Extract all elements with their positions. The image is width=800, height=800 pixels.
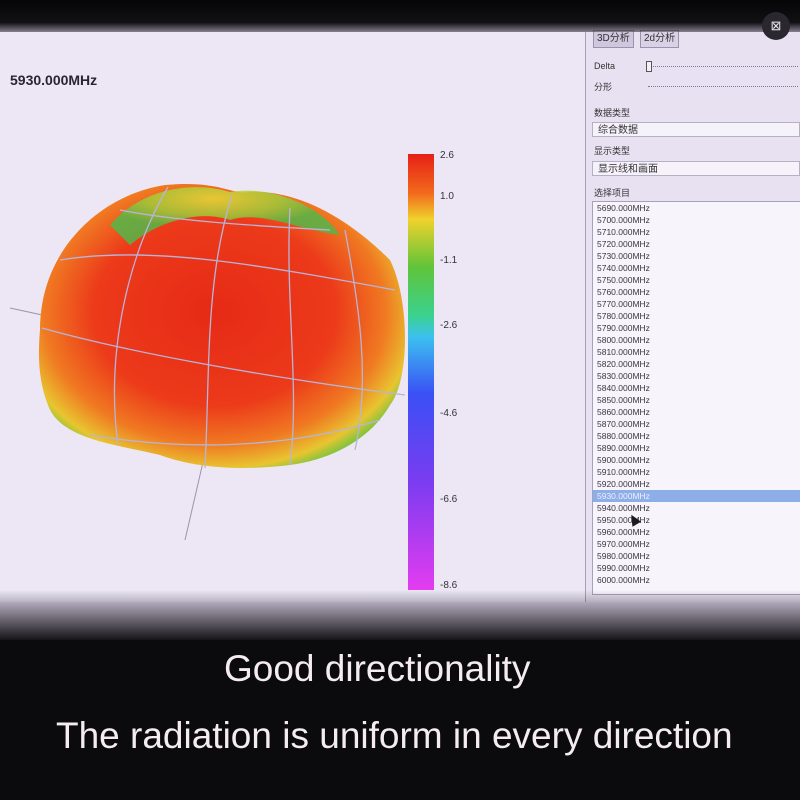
list-item[interactable]: 5850.000MHz [593,394,800,406]
list-item[interactable]: 5980.000MHz [593,550,800,562]
data-type-label: 数据类型 [594,108,631,118]
list-item[interactable]: 5820.000MHz [593,358,800,370]
colorbar-label: -6.6 [440,494,458,505]
colorbar-label: -4.6 [440,408,458,419]
list-item[interactable]: 5830.000MHz [593,370,800,382]
list-item[interactable]: 5760.000MHz [593,286,800,298]
colorbar-label: -2.6 [440,320,458,331]
list-item[interactable]: 5950.000MHz [593,514,800,526]
list-item[interactable]: 5970.000MHz [593,538,800,550]
list-item[interactable]: 5700.000MHz [593,214,800,226]
display-type-select[interactable]: 显示线和画面 [592,161,800,176]
list-item[interactable]: 5770.000MHz [593,298,800,310]
list-item[interactable]: 5910.000MHz [593,466,800,478]
fractal-slider[interactable] [648,86,798,88]
delta-slider-thumb[interactable] [646,61,652,72]
monitor-screen: 5930.000MHz 2.6 1.0 -1.1 -2.6 -4.6 -6.6 … [0,0,800,640]
list-item[interactable]: 5860.000MHz [593,406,800,418]
list-item[interactable]: 5880.000MHz [593,430,800,442]
tab-2d-analysis[interactable]: 2d分析 [640,30,680,48]
list-item[interactable]: 5890.000MHz [593,442,800,454]
list-item[interactable]: 5800.000MHz [593,334,800,346]
list-item[interactable]: 5920.000MHz [593,478,800,490]
list-item[interactable]: 5900.000MHz [593,454,800,466]
tab-3d-analysis[interactable]: 3D分析 [593,30,634,48]
colorbar-label: 2.6 [440,150,454,161]
colorbar [408,154,434,590]
list-item[interactable]: 5810.000MHz [593,346,800,358]
list-item[interactable]: 5740.000MHz [593,262,800,274]
list-item[interactable]: 6000.000MHz [593,574,800,586]
monitor-bezel-bottom [0,590,800,640]
lobe-surface [38,183,405,468]
list-item[interactable]: 5790.000MHz [593,322,800,334]
list-item[interactable]: 5690.000MHz [593,202,800,214]
list-item[interactable]: 5730.000MHz [593,250,800,262]
data-type-select[interactable]: 综合数据 [592,122,800,137]
close-x-icon[interactable]: ⊠ [762,12,790,40]
colorbar-label: -1.1 [440,255,458,266]
monitor-bezel [0,0,800,32]
list-item[interactable]: 5870.000MHz [593,418,800,430]
list-item[interactable]: 5720.000MHz [593,238,800,250]
caption-directionality: Good directionality [224,648,531,689]
radiation-pattern-3d[interactable] [0,150,420,540]
list-item[interactable]: 5990.000MHz [593,562,800,574]
list-item[interactable]: 5780.000MHz [593,310,800,322]
frequency-listbox[interactable]: 5690.000MHz 5700.000MHz 5710.000MHz 5720.00… [592,201,800,595]
list-item[interactable]: 5940.000MHz [593,502,800,514]
list-item[interactable]: 5840.000MHz [593,382,800,394]
select-item-label: 选择项目 [594,188,631,198]
display-type-label: 显示类型 [594,146,631,156]
list-item[interactable]: 5710.000MHz [593,226,800,238]
colorbar-label: 1.0 [440,191,454,202]
list-item[interactable]: 5960.000MHz [593,526,800,538]
fractal-label: 分形 [594,82,613,92]
list-item[interactable]: 5930.000MHz [593,490,800,502]
caption-uniform-radiation: The radiation is uniform in every direct… [56,715,733,756]
delta-slider[interactable] [648,66,798,68]
frequency-title: 5930.000MHz [10,72,98,88]
delta-label: Delta [594,61,616,71]
list-item[interactable]: 5750.000MHz [593,274,800,286]
